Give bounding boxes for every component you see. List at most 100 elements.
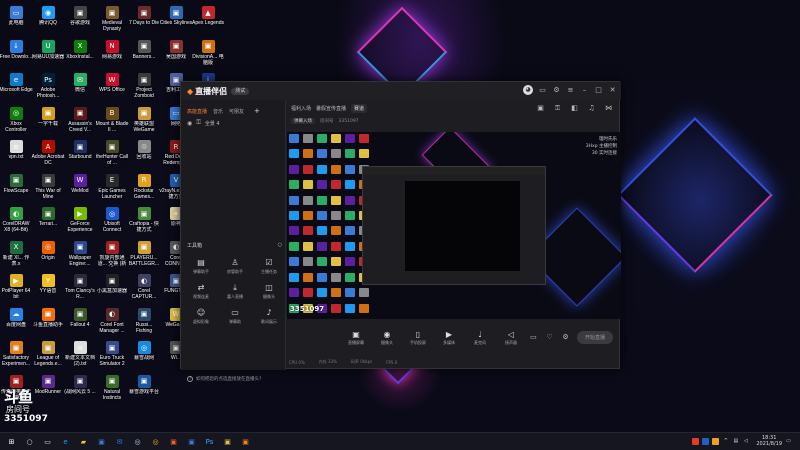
desktop-icon[interactable]: X XboxInstal...: [64, 38, 96, 74]
tool-button[interactable]: ⤓ 嘉人直播: [219, 283, 251, 300]
desktop-icon[interactable]: ▣ FlowScape: [0, 172, 32, 208]
desktop-icon[interactable]: W WeMod: [64, 172, 96, 208]
maximize-icon[interactable]: □: [594, 86, 603, 95]
task-view-icon[interactable]: ▭: [41, 435, 54, 448]
desktop-icon[interactable]: ▶ PotPlayer 64 bit: [0, 272, 32, 308]
desktop-icon[interactable]: ☁ 百度网盘: [0, 306, 32, 342]
desktop-icon[interactable]: ≡ 新建文本文档 (2).txt: [64, 339, 96, 375]
clock[interactable]: 18:31 2021/8/19: [756, 435, 782, 447]
record-icon[interactable]: ◧: [570, 104, 579, 113]
desktop-icon[interactable]: ▣ Russi... Fishing: [128, 306, 160, 342]
desktop-icon[interactable]: B Mount & Blade II ...: [96, 105, 128, 141]
desktop-icon[interactable]: ◉ 腾讯QQ: [32, 4, 64, 40]
desktop-icon[interactable]: ◎ Ubisoft Connect: [96, 205, 128, 241]
tool-button[interactable]: ♙ 房管助手: [219, 258, 251, 275]
file-explorer-icon[interactable]: ▰: [77, 435, 90, 448]
desktop-icon[interactable]: ▣ Tom Clancy's R...: [64, 272, 96, 308]
tray-app-icon[interactable]: [692, 437, 700, 445]
store-icon[interactable]: ▣: [95, 435, 108, 448]
desktop-icon[interactable]: ▭ 此电脑: [0, 4, 32, 40]
desktop-icon[interactable]: ▣ Satisfactory Experimen...: [0, 339, 32, 375]
desktop-icon[interactable]: ◐ CorelDRAW X8 (64-Bit): [0, 205, 32, 241]
tool-button[interactable]: ◫ 摄像头: [253, 283, 285, 300]
lock-icon[interactable]: ⚿: [196, 119, 201, 127]
scene-tab[interactable]: 高能直播: [187, 108, 207, 115]
top-menu-item[interactable]: 赛道: [351, 103, 368, 113]
desktop-icon[interactable]: R Rockstar Games...: [128, 172, 160, 208]
desktop-icon[interactable]: ▣ Craftopia - 快捷方式: [128, 205, 160, 241]
desktop-icon[interactable]: ▣ 小黑盒加速器: [96, 272, 128, 308]
source-button[interactable]: ▶ 多媒体: [438, 330, 460, 346]
tray-app-icon[interactable]: [712, 437, 720, 445]
desktop-icon[interactable]: ▣ Wallpaper Engine:...: [64, 239, 96, 275]
desktop-icon[interactable]: Ps Adobe Photosh...: [32, 71, 64, 107]
desktop-icon[interactable]: ▣ 暴雪游戏平台: [128, 373, 160, 409]
chevron-up-icon[interactable]: ^: [722, 438, 729, 445]
menu-icon[interactable]: ≡: [566, 86, 575, 95]
desktop-icon[interactable]: ✉ 微信: [64, 71, 96, 107]
bell-icon[interactable]: ♫: [587, 104, 596, 113]
go-live-button[interactable]: 开始直播: [576, 331, 613, 344]
mail-icon[interactable]: ✉: [113, 435, 126, 448]
camera-small-icon[interactable]: ▭: [529, 333, 538, 342]
start-icon[interactable]: ⊞: [5, 435, 18, 448]
tool-button[interactable]: ⇄ 视频连麦: [185, 283, 217, 300]
tool-button[interactable]: ▭ 弹幕助: [219, 308, 251, 325]
gear-icon[interactable]: ⚙: [561, 333, 570, 342]
app-icon[interactable]: ▣: [185, 435, 198, 448]
tool-button[interactable]: ☺ 虚拟形象: [185, 308, 217, 325]
desktop-icon[interactable]: ▣ (战网风云 5 ...: [64, 373, 96, 409]
source-button[interactable]: ♩ 麦克风: [469, 330, 491, 346]
tool-button[interactable]: ☑ 主播任务: [253, 258, 285, 275]
desktop-icon[interactable]: ◐ Corel Font Manager ...: [96, 306, 128, 342]
desktop-icon[interactable]: ▣ Cities Skylines: [160, 4, 192, 40]
app-title-bar[interactable]: ◆ 直播伴侣 测试 ◕ ▭ ⚙ ≡ – □ ✕: [181, 82, 621, 100]
desktop-icon[interactable]: ▣ 谷歌游戏: [64, 4, 96, 40]
eye-icon[interactable]: ◉: [187, 120, 192, 127]
tool-button[interactable]: ♪ 歌词展示: [253, 308, 285, 325]
desktop-icon[interactable]: ▣ Assassin's Creed V...: [64, 105, 96, 141]
edge-icon[interactable]: e: [59, 435, 72, 448]
desktop-icon[interactable]: ◎Xbox Controller Companion: [0, 105, 32, 141]
settings-icon[interactable]: ⚙: [552, 86, 561, 95]
tool-button[interactable]: ▤ 弹幕助手: [185, 258, 217, 275]
desktop-icon[interactable]: ▣ Fallout 4: [64, 306, 96, 342]
toolbox-collapse-icon[interactable]: ○: [278, 242, 282, 249]
volume-icon[interactable]: ◁: [742, 438, 749, 445]
share-icon[interactable]: ⋈: [604, 104, 613, 113]
desktop-icon[interactable]: ▣ Starbound: [64, 138, 96, 174]
desktop-icon[interactable]: ▣ 斗鱼直播助手: [32, 306, 64, 342]
notification-icon[interactable]: ▭: [785, 438, 792, 445]
desktop-icon[interactable]: ▣ 一字千载: [32, 105, 64, 141]
desktop-icon[interactable]: A Adobe Acrobat DC: [32, 138, 64, 174]
chrome-icon[interactable]: ◎: [149, 435, 162, 448]
desktop-icon[interactable]: ▣ 吴国游戏: [160, 38, 192, 74]
desktop-icon[interactable]: ◎ 暴雪战网: [128, 339, 160, 375]
app-icon[interactable]: ▣: [167, 435, 180, 448]
stream-preview[interactable]: 理时氏乐 3Hxp 主播控制 30 实时连接 3351097: [287, 132, 621, 319]
desktop-icon[interactable]: ▣ Banners...: [128, 38, 160, 74]
desktop-icon[interactable]: X 新建 Xl... 作表.x: [0, 239, 32, 275]
desktop-icon[interactable]: ▣ Natural Instincts: [96, 373, 128, 409]
desktop-icon[interactable]: Y YY语音: [32, 272, 64, 308]
add-scene-icon[interactable]: +: [254, 107, 260, 115]
network-icon[interactable]: ▤: [732, 438, 739, 445]
top-menu-item[interactable]: 暑假宣传直播: [316, 105, 346, 112]
desktop-icon[interactable]: ≡ vpn.txt: [0, 138, 32, 174]
source-button[interactable]: ▣ 直播屏幕: [345, 330, 367, 346]
desktop-icon[interactable]: ▣凯旋内部通道... 交换 (新设): [96, 239, 128, 275]
desktop-icon[interactable]: E Epic Games Launcher: [96, 172, 128, 208]
source-button[interactable]: ◉ 摄像头: [376, 330, 398, 346]
close-icon[interactable]: ✕: [608, 86, 617, 95]
desktop-icon[interactable]: ▣ League of Legends.e...: [32, 339, 64, 375]
desktop-icon[interactable]: W WPS Office: [96, 71, 128, 107]
desktop-icon[interactable]: ▣ 英雄联盟 WeGame: [128, 105, 160, 141]
minimize-icon[interactable]: –: [580, 86, 589, 95]
scene-tab[interactable]: 音乐: [213, 108, 223, 115]
search-icon[interactable]: ○: [23, 435, 36, 448]
heart-icon[interactable]: ♡: [545, 333, 554, 342]
desktop-icon[interactable]: ▶ GeForce Experience: [64, 205, 96, 241]
live-companion-icon[interactable]: ▣: [239, 435, 252, 448]
desktop-icon[interactable]: ◎ Origin: [32, 239, 64, 275]
desktop-icon[interactable]: ▣ PLAYERU... BATTLEGR...: [128, 239, 160, 275]
